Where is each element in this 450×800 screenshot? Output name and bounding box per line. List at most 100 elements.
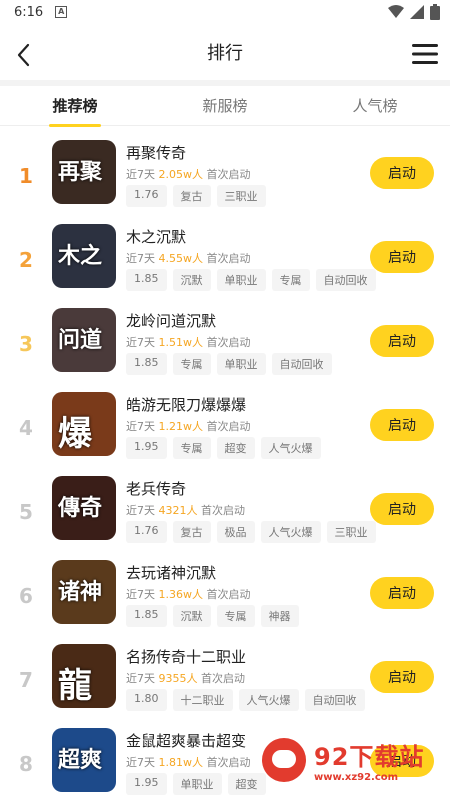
tab-recommended[interactable]: 推荐榜 (0, 95, 150, 116)
stats-count: 2.05w人 (158, 168, 204, 181)
launch-button[interactable]: 启动 (370, 241, 434, 273)
list-item[interactable]: 4 爆 皓游无限刀爆爆爆 近7天 1.21w人 首次启动 1.95 专属 超变 人气火… (0, 382, 450, 466)
stats-period: 近7天 (126, 420, 155, 433)
stats-suffix: 首次启动 (201, 672, 245, 685)
game-name[interactable]: 木之沉默 (126, 226, 186, 247)
stats-suffix: 首次启动 (206, 252, 251, 265)
chevron-left-icon[interactable] (12, 41, 36, 69)
tab-popularity[interactable]: 人气榜 (300, 95, 450, 116)
game-tags: 1.85 沉默 单职业 专属 自动回收 (126, 269, 376, 291)
game-icon[interactable]: 傳奇 (52, 476, 116, 540)
game-tag: 专属 (172, 353, 211, 375)
game-name[interactable]: 去玩诸神沉默 (126, 562, 216, 583)
game-tag: 超变 (216, 437, 255, 459)
game-tag: 三职业 (326, 521, 376, 543)
game-ranking-list: 1 再聚 再聚传奇 近7天 2.05w人 首次启动 1.76 复古 三职业 启动 2… (0, 130, 450, 800)
stats-suffix: 首次启动 (206, 756, 251, 769)
list-item[interactable]: 5 傳奇 老兵传奇 近7天 4321人 首次启动 1.76 复古 极品 人气火爆 三职业… (0, 466, 450, 550)
status-time: 6:16 (14, 4, 44, 20)
tab-new-server[interactable]: 新服榜 (150, 95, 300, 116)
launch-stats: 近7天 1.21w人 首次启动 (126, 418, 251, 434)
launch-button[interactable]: 启动 (370, 325, 434, 357)
rank-number: 4 (19, 416, 33, 440)
game-icon-text: 诸神 (58, 579, 103, 605)
game-tag: 自动回收 (304, 689, 365, 711)
game-tag: 十二职业 (172, 689, 233, 711)
stats-count: 1.51w人 (158, 336, 204, 349)
launch-button[interactable]: 启动 (370, 157, 434, 189)
stats-period: 近7天 (126, 672, 155, 685)
list-item[interactable]: 7 龍 名扬传奇十二职业 近7天 9355人 首次启动 1.80 十二职业 人气火爆… (0, 634, 450, 718)
list-item[interactable]: 3 问道 龙岭问道沉默 近7天 1.51w人 首次启动 1.85 专属 单职业 自动回… (0, 298, 450, 382)
game-name[interactable]: 皓游无限刀爆爆爆 (126, 394, 246, 415)
game-icon[interactable]: 木之 (52, 224, 116, 288)
page-title: 排行 (207, 43, 243, 64)
game-name[interactable]: 名扬传奇十二职业 (126, 646, 246, 667)
launch-button[interactable]: 启动 (370, 409, 434, 441)
game-tag: 自动回收 (271, 353, 332, 375)
game-tag: 1.85 (126, 605, 167, 627)
game-tag: 人气火爆 (260, 521, 321, 543)
game-tag: 超变 (227, 773, 266, 795)
rank-number: 6 (19, 584, 33, 608)
launch-stats: 近7天 4321人 首次启动 (126, 502, 245, 518)
list-item[interactable]: 2 木之 木之沉默 近7天 4.55w人 首次启动 1.85 沉默 单职业 专属 自动回… (0, 214, 450, 298)
game-icon[interactable]: 诸神 (52, 560, 116, 624)
stats-suffix: 首次启动 (206, 168, 251, 181)
game-icon[interactable]: 超爽 (52, 728, 116, 792)
game-tag: 1.76 (126, 185, 167, 207)
monkey-logo-icon (262, 738, 306, 782)
stats-suffix: 首次启动 (206, 420, 251, 433)
game-tags: 1.85 沉默 专属 神器 (126, 605, 299, 627)
game-tags: 1.95 单职业 超变 (126, 773, 266, 795)
stats-suffix: 首次启动 (206, 588, 251, 601)
game-icon[interactable]: 龍 (52, 644, 116, 708)
game-name[interactable]: 再聚传奇 (126, 142, 186, 163)
stats-count: 1.36w人 (158, 588, 204, 601)
game-tag: 人气火爆 (238, 689, 299, 711)
game-icon[interactable]: 再聚 (52, 140, 116, 204)
list-item[interactable]: 6 诸神 去玩诸神沉默 近7天 1.36w人 首次启动 1.85 沉默 专属 神器 启… (0, 550, 450, 634)
game-icon-text: 龍 (58, 666, 92, 706)
rank-number: 8 (19, 752, 33, 776)
game-tag: 三职业 (216, 185, 266, 207)
game-name[interactable]: 龙岭问道沉默 (126, 310, 216, 331)
stats-suffix: 首次启动 (206, 336, 251, 349)
rank-number: 1 (19, 164, 33, 188)
nav-bar: 排行 (0, 24, 450, 86)
game-icon-text: 傳奇 (58, 495, 103, 521)
stats-count: 4.55w人 (158, 252, 204, 265)
game-tag: 1.85 (126, 269, 167, 291)
game-tag: 专属 (271, 269, 310, 291)
stats-period: 近7天 (126, 588, 155, 601)
game-tag: 专属 (216, 605, 255, 627)
game-name[interactable]: 老兵传奇 (126, 478, 186, 499)
game-tag: 1.76 (126, 521, 167, 543)
game-icon-text: 爆 (58, 414, 92, 454)
rank-number: 5 (19, 500, 33, 524)
watermark-logo: 92下载站 www.xz92.com (262, 732, 442, 788)
game-tags: 1.76 复古 三职业 (126, 185, 266, 207)
game-tags: 1.85 专属 单职业 自动回收 (126, 353, 332, 375)
game-icon[interactable]: 问道 (52, 308, 116, 372)
rank-number: 7 (19, 668, 33, 692)
wifi-icon (388, 5, 404, 18)
battery-icon (430, 4, 440, 20)
game-icon[interactable]: 爆 (52, 392, 116, 456)
game-tags: 1.76 复古 极品 人气火爆 三职业 (126, 521, 376, 543)
stats-count: 4321人 (158, 504, 198, 517)
launch-button[interactable]: 启动 (370, 493, 434, 525)
game-name[interactable]: 金鼠超爽暴击超变 (126, 730, 246, 751)
list-item[interactable]: 1 再聚 再聚传奇 近7天 2.05w人 首次启动 1.76 复古 三职业 启动 (0, 130, 450, 214)
stats-period: 近7天 (126, 504, 155, 517)
game-tags: 1.80 十二职业 人气火爆 自动回收 (126, 689, 365, 711)
launch-button[interactable]: 启动 (370, 577, 434, 609)
launch-stats: 近7天 4.55w人 首次启动 (126, 250, 251, 266)
hamburger-menu-icon[interactable] (412, 42, 438, 66)
game-tag: 沉默 (172, 605, 211, 627)
launch-stats: 近7天 1.36w人 首次启动 (126, 586, 251, 602)
launch-button[interactable]: 启动 (370, 661, 434, 693)
game-tag: 神器 (260, 605, 299, 627)
game-tag: 极品 (216, 521, 255, 543)
stats-suffix: 首次启动 (201, 504, 245, 517)
